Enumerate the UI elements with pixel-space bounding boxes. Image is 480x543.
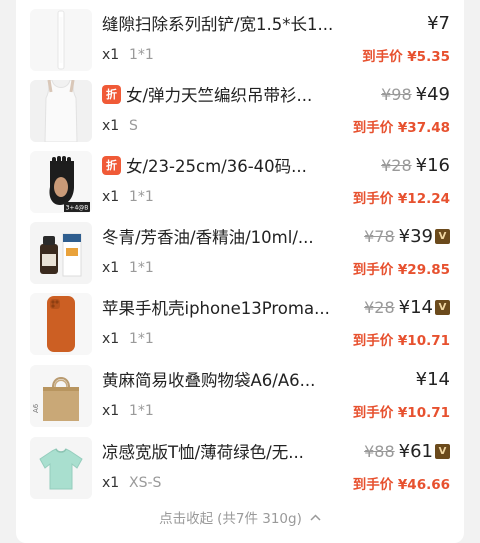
bag-size-label: A6 <box>32 403 40 413</box>
collapse-items-button[interactable]: 点击收起 (共7件 310g) <box>16 505 464 529</box>
item-count-weight: (共7件 310g) <box>217 511 302 527</box>
current-price: ¥61 <box>398 440 433 462</box>
product-title[interactable]: 冬青/芳香油/香精油/10ml/... <box>102 224 314 248</box>
current-price: ¥14 <box>398 296 433 318</box>
price-line: ¥88 ¥61 V <box>364 439 450 463</box>
product-quantity: x1 <box>102 475 120 491</box>
product-thumbnail[interactable] <box>30 222 92 284</box>
product-spec: 1*1 <box>129 403 154 419</box>
product-spec: S <box>129 118 138 134</box>
essential-oil-bottle-image <box>30 222 92 284</box>
product-title[interactable]: 女/弹力天竺编织吊带衫... <box>126 82 312 106</box>
order-item[interactable]: 缝隙扫除系列刮铲/宽1.5*长1... x1 1*1 ¥7 到手价 ¥5.35 <box>16 9 464 71</box>
order-item[interactable]: 3+4@B 折 女/23-25cm/36-40码... x1 1*1 ¥28 ¥… <box>16 151 464 213</box>
vip-badge: V <box>435 443 450 459</box>
white-scraper-image <box>30 9 92 71</box>
original-price: ¥78 <box>364 226 395 246</box>
vip-badge: V <box>435 228 450 244</box>
price-line: ¥28 ¥14 V <box>364 295 450 319</box>
order-item[interactable]: 苹果手机壳iphone13Proma... x1 1*1 ¥28 ¥14 V 到… <box>16 293 464 355</box>
final-price: 到手价 ¥10.71 <box>352 333 450 349</box>
product-quantity: x1 <box>102 260 120 276</box>
product-quantity: x1 <box>102 47 120 63</box>
black-toe-sock-image: 3+4@B <box>30 151 92 213</box>
mint-tshirt-image <box>30 437 92 499</box>
product-thumbnail[interactable] <box>30 9 92 71</box>
final-price: 到手价 ¥12.24 <box>352 191 450 207</box>
discount-badge: 折 <box>102 155 121 175</box>
final-price: 到手价 ¥37.48 <box>352 120 450 136</box>
product-quantity: x1 <box>102 118 120 134</box>
product-title[interactable]: 黄麻简易收叠购物袋A6/A6... <box>102 367 315 391</box>
vip-badge: V <box>435 299 450 315</box>
product-spec: 1*1 <box>129 260 154 276</box>
product-spec: 1*1 <box>129 189 154 205</box>
current-price: ¥7 <box>427 12 450 34</box>
price-line: ¥28 ¥16 <box>381 153 450 177</box>
product-title[interactable]: 苹果手机壳iphone13Proma... <box>102 295 330 319</box>
order-items-card: 缝隙扫除系列刮铲/宽1.5*长1... x1 1*1 ¥7 到手价 ¥5.35 … <box>16 0 464 543</box>
jute-bag-image: A6 <box>30 365 92 427</box>
product-quantity: x1 <box>102 189 120 205</box>
product-quantity: x1 <box>102 403 120 419</box>
final-price: 到手价 ¥46.66 <box>352 477 450 493</box>
order-item[interactable]: A6 黄麻简易收叠购物袋A6/A6... x1 1*1 ¥14 到手价 ¥10.… <box>16 365 464 427</box>
product-title[interactable]: 凉感宽版T恤/薄荷绿色/无... <box>102 439 304 463</box>
product-thumbnail[interactable]: A6 <box>30 365 92 427</box>
product-title[interactable]: 女/23-25cm/36-40码... <box>126 153 307 177</box>
original-price: ¥28 <box>381 155 412 175</box>
product-spec: XS-S <box>129 475 162 491</box>
white-camisole-image <box>30 80 92 142</box>
current-price: ¥49 <box>415 83 450 105</box>
original-price: ¥88 <box>364 441 395 461</box>
product-thumbnail[interactable]: 3+4@B <box>30 151 92 213</box>
product-title[interactable]: 缝隙扫除系列刮铲/宽1.5*长1... <box>102 11 333 35</box>
orange-phone-case-image <box>30 293 92 355</box>
product-spec: 1*1 <box>129 331 154 347</box>
order-item[interactable]: 冬青/芳香油/香精油/10ml/... x1 1*1 ¥78 ¥39 V 到手价… <box>16 222 464 284</box>
chevron-up-icon <box>310 513 321 521</box>
final-price: 到手价 ¥5.35 <box>362 49 450 65</box>
product-thumbnail[interactable] <box>30 437 92 499</box>
product-thumbnail[interactable] <box>30 293 92 355</box>
current-price: ¥14 <box>415 368 450 390</box>
current-price: ¥39 <box>398 225 433 247</box>
discount-badge: 折 <box>102 84 121 104</box>
order-item[interactable]: 折 女/弹力天竺编织吊带衫... x1 S ¥98 ¥49 到手价 ¥37.48 <box>16 80 464 142</box>
price-line: ¥14 <box>416 367 450 391</box>
price-line: ¥78 ¥39 V <box>364 224 450 248</box>
current-price: ¥16 <box>415 154 450 176</box>
sock-pack-label: 3+4@B <box>66 205 89 212</box>
price-line: ¥98 ¥49 <box>381 82 450 106</box>
order-item[interactable]: 凉感宽版T恤/薄荷绿色/无... x1 XS-S ¥88 ¥61 V 到手价 ¥… <box>16 437 464 499</box>
product-quantity: x1 <box>102 331 120 347</box>
product-thumbnail[interactable] <box>30 80 92 142</box>
final-price: 到手价 ¥29.85 <box>352 262 450 278</box>
final-price: 到手价 ¥10.71 <box>352 405 450 421</box>
original-price: ¥98 <box>381 84 412 104</box>
collapse-label: 点击收起 <box>159 511 214 527</box>
original-price: ¥28 <box>364 297 395 317</box>
price-line: ¥7 <box>427 11 450 35</box>
product-spec: 1*1 <box>129 47 154 63</box>
